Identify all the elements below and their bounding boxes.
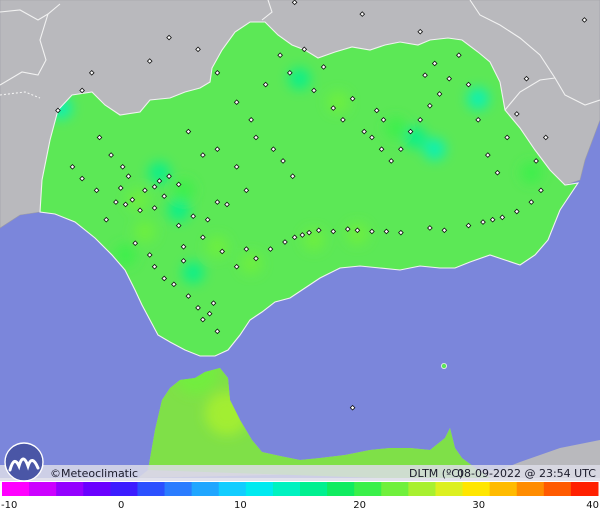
color-scale-step xyxy=(272,482,301,496)
temperature-spot xyxy=(404,126,427,149)
color-scale-step xyxy=(435,482,464,496)
color-scale-step xyxy=(570,482,599,496)
color-scale-step xyxy=(354,482,382,496)
temperature-map: ©Meteoclimatic DLTM (ºC) 08-09-2022 @ 23… xyxy=(0,0,600,511)
color-scale-step xyxy=(2,482,30,496)
logo-circle xyxy=(4,442,44,482)
map-view: ©Meteoclimatic DLTM (ºC) 08-09-2022 @ 23… xyxy=(0,0,600,517)
color-scale-step xyxy=(300,482,328,496)
color-scale-step xyxy=(408,482,436,496)
color-scale-ticks: -10 0 10 20 30 40 xyxy=(1,500,599,511)
temperature-spot xyxy=(240,252,263,275)
temperature-spot xyxy=(288,67,311,90)
color-scale-step xyxy=(83,482,111,496)
temperature-spot xyxy=(182,261,205,284)
temperature-spot xyxy=(467,87,490,110)
color-scale-step xyxy=(110,482,138,496)
temperature-spot xyxy=(423,138,446,161)
temperature-spot xyxy=(385,117,408,140)
color-scale-tick-label: 40 xyxy=(586,500,599,511)
temperature-spot xyxy=(172,179,195,202)
temperature-spot xyxy=(133,220,156,243)
color-scale-step xyxy=(543,482,572,496)
color-scale-step xyxy=(245,482,274,496)
color-scale-step xyxy=(191,482,220,496)
temperature-spot xyxy=(167,199,190,222)
color-scale-step xyxy=(56,482,84,496)
color-scale-step xyxy=(462,482,491,496)
color-scale-tick-label: 20 xyxy=(353,500,366,511)
color-scale-step xyxy=(516,482,545,496)
color-scale-step xyxy=(381,482,409,496)
temperature-spot xyxy=(520,161,543,184)
caption-timestamp: 08-09-2022 @ 23:54 UTC xyxy=(457,467,596,480)
alboran-island xyxy=(440,362,447,369)
caption-variable: DLTM (ºC) xyxy=(409,467,463,480)
color-scale-step xyxy=(137,482,166,496)
meteoclimatic-m-logo xyxy=(4,442,44,482)
color-scale-tick-label: 30 xyxy=(472,500,485,511)
temperature-spot xyxy=(346,222,369,245)
brand-name: ©Meteoclimatic xyxy=(50,467,138,480)
temperature-spot xyxy=(302,228,325,251)
color-scale-tick-label: 0 xyxy=(118,500,124,511)
temperature-spot xyxy=(206,235,229,258)
color-scale-tick-label: -10 xyxy=(1,500,17,511)
color-scale-tick-label: 10 xyxy=(234,500,247,511)
color-scale-step xyxy=(218,482,247,496)
color-scale-step xyxy=(327,482,355,496)
color-scale-bar xyxy=(2,482,599,496)
color-scale-step xyxy=(164,482,193,496)
color-scale-step xyxy=(29,482,57,496)
temperature-spot xyxy=(327,91,350,114)
color-scale-step xyxy=(489,482,518,496)
